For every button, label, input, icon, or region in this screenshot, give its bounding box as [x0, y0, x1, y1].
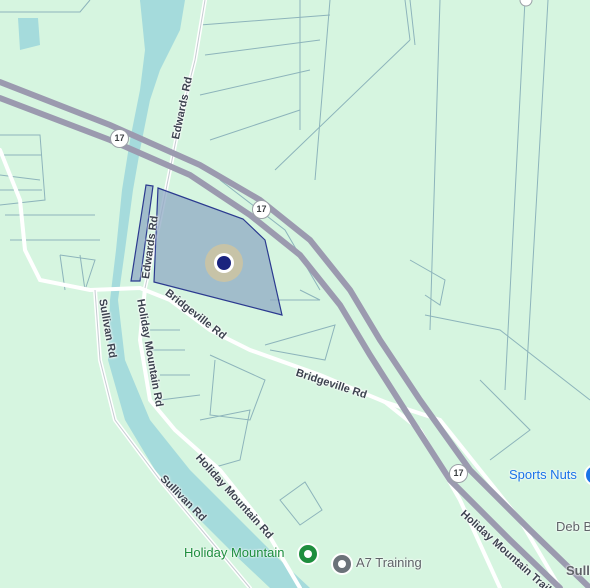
poi-holiday-mountain[interactable]: Holiday Mountain: [184, 545, 284, 560]
parcel-lines: [0, 0, 590, 526]
route-shield-17: 17: [252, 200, 271, 219]
route-shield-17: 17: [110, 129, 129, 148]
poi-sports-nuts[interactable]: Sports Nuts: [509, 467, 577, 482]
route-shield-17: 17: [449, 464, 468, 483]
map-canvas[interactable]: 17 17 17 Edwards Rd Edwards Rd Bridgevil…: [0, 0, 590, 588]
location-dot-icon: [205, 244, 243, 282]
map-pin-icon[interactable]: [519, 0, 533, 7]
map-base-layer: [0, 0, 590, 588]
park-pin-icon[interactable]: [297, 543, 319, 565]
poi-deb[interactable]: Deb B: [556, 519, 590, 534]
poi-sull[interactable]: Sull: [566, 563, 590, 578]
highway-17: [0, 79, 590, 588]
pond: [18, 18, 40, 50]
place-pin-icon[interactable]: [331, 553, 353, 575]
poi-a7-training[interactable]: A7 Training: [356, 555, 422, 570]
